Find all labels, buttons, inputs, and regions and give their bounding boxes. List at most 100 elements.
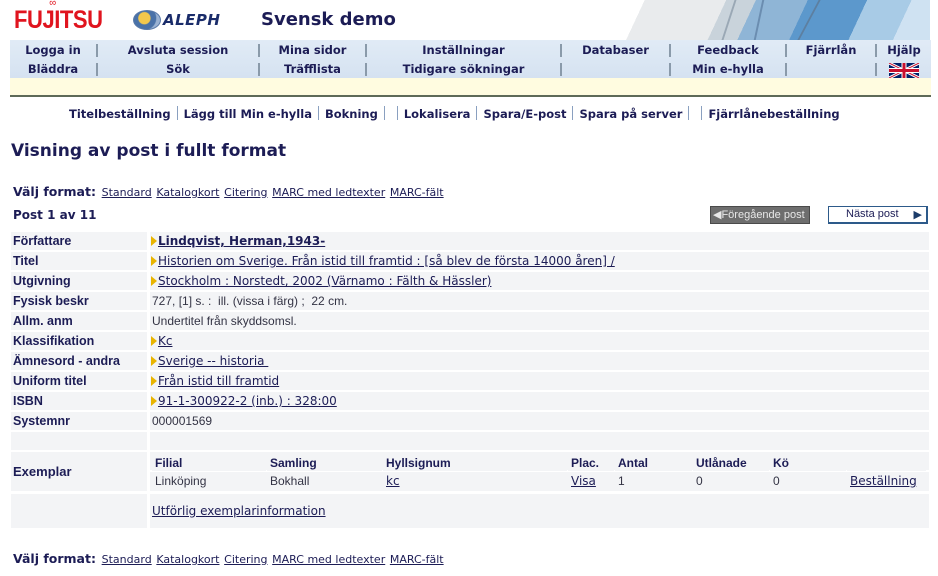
yellow-arrow-icon (151, 256, 157, 266)
isbn-link[interactable]: 91-1-300922-2 (inb.) : 328:00 (158, 394, 337, 408)
nav-feedback[interactable]: Feedback (671, 41, 785, 59)
field-value: Sverige -- historia (150, 352, 929, 370)
visa-link[interactable]: Visa (571, 474, 596, 488)
field-value: Lindqvist, Herman,1943- (150, 232, 929, 250)
nav-min-e-hylla[interactable]: Min e-hylla (671, 60, 785, 78)
classification-link[interactable]: Kc (158, 334, 172, 348)
yellow-arrow-icon (151, 236, 157, 246)
action-divider (688, 106, 690, 120)
field-label: Allm. anm (11, 312, 147, 330)
next-post-label: Nästa post (846, 208, 899, 220)
action-divider (317, 106, 319, 120)
field-value: 91-1-300922-2 (inb.) : 328:00 (150, 392, 929, 410)
action-lokalisera[interactable]: Lokalisera (404, 107, 471, 121)
nav-row-1: Logga in Avsluta session Mina sidor Inst… (10, 41, 931, 60)
fujitsu-logo: FUJITSU ∞ (14, 0, 103, 35)
record-row-titel: Titel Historien om Sverige. Från istid t… (11, 252, 929, 270)
message-bar (10, 78, 931, 97)
header-building-image (578, 0, 930, 40)
field-label: Ämnesord - andra (11, 352, 147, 370)
holdings-samling: Bokhall (267, 473, 382, 489)
holdings-col-action (847, 455, 926, 471)
nav-databaser[interactable]: Databaser (562, 41, 669, 59)
nav-tidigare-sokningar[interactable]: Tidigare sökningar (367, 60, 560, 78)
yellow-arrow-icon (151, 276, 157, 286)
nav-empty (562, 60, 669, 78)
hyllsignum-link[interactable]: kc (386, 474, 400, 488)
record-row-allm-anm: Allm. anm Undertitel från skyddsomsl. (11, 312, 929, 330)
author-link[interactable]: Lindqvist, Herman,1943- (158, 234, 325, 248)
action-divider (476, 106, 478, 120)
field-label: Klassifikation (11, 332, 147, 350)
nav-empty (787, 60, 875, 78)
nav-row-2: Bläddra Sök Träfflista Tidigare sökninga… (10, 60, 931, 79)
format-marc-ledtexter[interactable]: MARC med ledtexter (272, 553, 385, 566)
field-label: Utgivning (11, 272, 147, 290)
format-marc-falt[interactable]: MARC-fält (390, 553, 444, 566)
aleph-logo: ALEPH (133, 10, 220, 30)
action-titelbestallning[interactable]: Titelbeställning (69, 107, 171, 121)
uk-flag-icon[interactable] (888, 62, 920, 78)
record-row-amnesord: Ämnesord - andra Sverige -- historia (11, 352, 929, 370)
post-count: Post 1 av 11 (13, 208, 97, 222)
aleph-globe-icon (133, 10, 161, 30)
previous-post-button[interactable]: ◀Föregående post (710, 206, 810, 224)
field-label: Författare (11, 232, 147, 250)
action-divider (176, 106, 178, 120)
field-value: Undertitel från skyddsomsl. (150, 312, 929, 330)
record-row-empty (11, 432, 929, 450)
format-katalogkort[interactable]: Katalogkort (156, 186, 219, 199)
record-row-klassifikation: Klassifikation Kc (11, 332, 929, 350)
holdings-table: Filial Samling Hyllsignum Plac. Antal Ut… (150, 452, 929, 491)
record-row-uniform-titel: Uniform titel Från istid till framtid (11, 372, 929, 390)
nav-hjalp[interactable]: Hjälp (877, 41, 931, 59)
page-title: Visning av post i fullt format (11, 141, 287, 161)
holdings-more-label (11, 494, 147, 528)
format-marc-ledtexter[interactable]: MARC med ledtexter (272, 186, 385, 199)
action-bokning[interactable]: Bokning (325, 107, 378, 121)
subject-link[interactable]: Sverige -- historia (158, 354, 268, 368)
action-fjarrlanebestallning[interactable]: Fjärrlånebeställning (708, 107, 839, 121)
field-label: Uniform titel (11, 372, 147, 390)
format-citering[interactable]: Citering (224, 186, 267, 199)
field-value: 727, [1] s. : ill. (vissa i färg) ; 22 c… (150, 292, 929, 310)
next-post-button[interactable]: Nästa post ▶ (828, 206, 928, 224)
uniform-title-link[interactable]: Från istid till framtid (158, 374, 279, 388)
action-lagg-till-e-hylla[interactable]: Lägg till Min e-hylla (184, 107, 312, 121)
format-katalogkort[interactable]: Katalogkort (156, 553, 219, 566)
bestallning-link[interactable]: Beställning (850, 474, 917, 488)
nav-language[interactable] (877, 60, 931, 78)
record-actions: Titelbeställning Lägg till Min e-hylla Bok… (69, 106, 840, 121)
action-spara-pa-server[interactable]: Spara på server (579, 107, 682, 121)
aleph-logo-text: ALEPH (163, 11, 221, 29)
field-value: Historien om Sverige. Från istid till fr… (150, 252, 929, 270)
format-marc-falt[interactable]: MARC-fält (390, 186, 444, 199)
arrow-right-icon: ▶ (913, 209, 922, 221)
nav-trafflista[interactable]: Träfflista (260, 60, 365, 78)
holdings-plac: Visa (568, 473, 614, 489)
field-value (150, 432, 929, 450)
nav-logga-in[interactable]: Logga in (10, 41, 96, 59)
record-row-fysisk-beskr: Fysisk beskr 727, [1] s. : ill. (vissa i… (11, 292, 929, 310)
publication-link[interactable]: Stockholm : Norstedt, 2002 (Värnamo : Fä… (158, 274, 491, 288)
format-standard[interactable]: Standard (102, 186, 152, 199)
action-divider (383, 106, 385, 120)
format-selector-bottom: Välj format: Standard Katalogkort Citeri… (13, 551, 445, 566)
yellow-arrow-icon (151, 396, 157, 406)
nav-mina-sidor[interactable]: Mina sidor (260, 41, 365, 59)
record-row-forfattare: Författare Lindqvist, Herman,1943- (11, 232, 929, 250)
nav-sok[interactable]: Sök (98, 60, 258, 78)
field-label: Titel (11, 252, 147, 270)
nav-bladdra[interactable]: Bläddra (10, 60, 96, 78)
detailed-holdings-link[interactable]: Utförlig exemplarinformation (152, 504, 326, 518)
nav-avsluta-session[interactable]: Avsluta session (98, 41, 258, 59)
nav-installningar[interactable]: Inställningar (367, 41, 560, 59)
title-link[interactable]: Historien om Sverige. Från istid till fr… (158, 254, 615, 268)
holdings-col-antal: Antal (615, 455, 692, 471)
holdings-more: Utförlig exemplarinformation (150, 494, 929, 528)
action-spara-epost[interactable]: Spara/E-post (483, 107, 566, 121)
format-citering[interactable]: Citering (224, 553, 267, 566)
fujitsu-logo-text: FUJITSU (14, 6, 103, 34)
format-standard[interactable]: Standard (102, 553, 152, 566)
nav-fjarrlan[interactable]: Fjärrlån (787, 41, 875, 59)
